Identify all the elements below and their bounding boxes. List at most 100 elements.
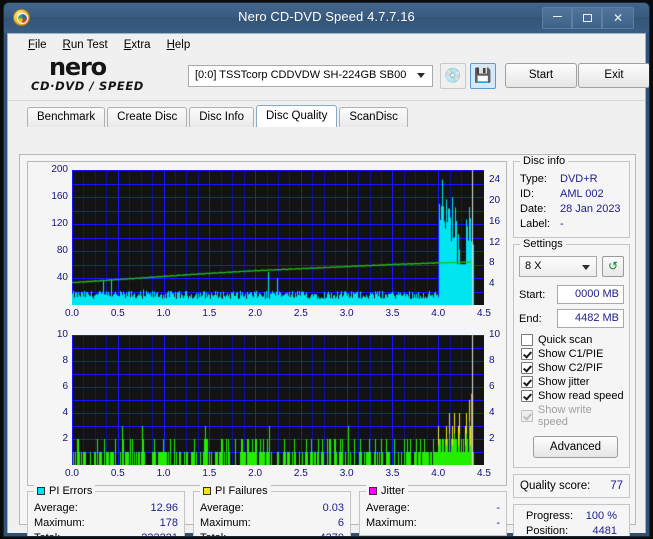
disc-icon: 💿	[444, 67, 462, 83]
menu-item-extra[interactable]: Extra	[124, 39, 151, 51]
checkbox-show-read-speed[interactable]: Show read speed	[519, 389, 624, 403]
jitter-legend-text: Jitter	[381, 485, 405, 497]
axis-tick-label: 4	[62, 407, 68, 418]
drive-select-value: [0:0] TSSTcorp CDDVDW SH-224GB SB00	[195, 69, 407, 81]
tab-strip: Benchmark Create Disc Disc Info Disc Qua…	[27, 105, 645, 127]
progress-group: Progress:100 % Position:4481 MB Speed:8.…	[513, 504, 630, 536]
axis-tick-label: 3.0	[339, 468, 354, 479]
axis-tick-label: 120	[51, 218, 68, 229]
disc-info-row: Label: -	[520, 218, 564, 230]
tab-disc-quality[interactable]: Disc Quality	[256, 105, 338, 127]
sidebar: Disc info Type: DVD+R ID: AML 002 Date: 28 …	[513, 155, 630, 536]
maximize-button[interactable]	[572, 7, 602, 29]
pi-errors-chart: 40 80 120 160 200 4 8 12 16 20 24 0.0 0.5 1.0 1.5 2.0 2.…	[28, 162, 508, 327]
checkbox-icon	[521, 410, 533, 422]
axis-tick-label: 1.0	[156, 308, 171, 319]
menu-item-run-test[interactable]: Run Test	[63, 39, 108, 51]
menu-item-help[interactable]: Help	[167, 39, 191, 51]
axis-tick-label: 6	[62, 381, 68, 392]
axis-tick-label: 6	[489, 381, 495, 392]
stat-row: Maximum: 6	[200, 517, 344, 529]
stat-row: Average: 0.03	[200, 502, 344, 514]
axis-tick-label: 1.0	[156, 468, 171, 479]
speed-select-value: 8 X	[525, 260, 542, 272]
end-field[interactable]: 4482 MB	[557, 309, 624, 328]
disc-info-group: Disc info Type: DVD+R ID: AML 002 Date: 28 …	[513, 155, 630, 238]
axis-tick-label: 20	[489, 195, 501, 207]
drive-select[interactable]: [0:0] TSSTcorp CDDVDW SH-224GB SB00	[188, 65, 433, 87]
refresh-button[interactable]: ↺	[602, 256, 624, 277]
toolbar: nero CD·DVD ∕ SPEED [0:0] TSSTcorp CDDVD…	[8, 55, 649, 101]
checkbox-icon	[521, 362, 533, 374]
pi-failures-legend-text: PI Failures	[215, 485, 268, 497]
axis-tick-label: 2	[489, 433, 495, 444]
tab-scandisc[interactable]: ScanDisc	[339, 107, 408, 127]
checkbox-quick-scan[interactable]: Quick scan	[519, 333, 624, 347]
stats-row: PI Errors Average:12.96 Maximum:178 Tota…	[27, 485, 507, 536]
tab-benchmark[interactable]: Benchmark	[27, 107, 106, 127]
axis-tick-label: 4.5	[477, 308, 491, 319]
stat-row: Total:4370	[194, 531, 350, 536]
chevron-down-icon	[582, 265, 590, 270]
progress-row: Progress: 100 %	[526, 510, 617, 522]
disc-info-legend: Disc info	[520, 155, 569, 167]
speed-select[interactable]: 8 X	[519, 256, 597, 277]
pi-errors-legend: PI Errors	[34, 485, 96, 497]
client-area: File Run Test Extra Help nero CD·DVD ∕ SPEE…	[7, 33, 649, 536]
tab-create-disc[interactable]: Create Disc	[107, 107, 188, 127]
axis-tick-label: 2	[62, 433, 68, 444]
axis-tick-label: 160	[51, 191, 68, 202]
start-label: Start:	[519, 288, 546, 301]
floppy-save-icon: 💾	[474, 67, 492, 83]
app-window: Nero CD-DVD Speed 4.7.7.16 ✕ File Run Tes…	[4, 3, 649, 536]
disc-info-row: ID: AML 002	[520, 188, 604, 200]
start-field[interactable]: 0000 MB	[557, 285, 624, 304]
minimize-button[interactable]	[542, 7, 572, 29]
axis-tick-label: 10	[489, 329, 501, 340]
exit-button[interactable]: Exit	[578, 63, 649, 88]
axis-tick-label: 8	[489, 257, 495, 269]
settings-group: Settings 8 X ↺ Start: 0000 MB End: 4482 …	[513, 238, 630, 468]
start-button[interactable]: Start	[505, 63, 577, 88]
advanced-button[interactable]: Advanced	[533, 436, 618, 458]
axis-tick-label: 0.0	[65, 468, 79, 479]
axis-tick-label: 0.5	[110, 308, 125, 319]
axis-tick-label: 0.0	[65, 308, 79, 319]
end-label: End:	[519, 312, 542, 325]
close-button[interactable]: ✕	[602, 7, 634, 29]
axis-tick-label: 4.5	[477, 468, 491, 479]
save-button[interactable]: 💾	[470, 63, 496, 89]
axis-tick-label: 4	[489, 278, 495, 290]
axis-tick-label: 10	[56, 329, 68, 340]
stat-row: Maximum: -	[366, 517, 500, 529]
checkbox-show-c2-pif[interactable]: Show C2/PIF	[519, 361, 624, 375]
menu-item-file[interactable]: File	[28, 39, 47, 51]
chevron-down-icon	[417, 73, 425, 78]
quality-score-label: Quality score:	[520, 480, 591, 492]
checkbox-show-jitter[interactable]: Show jitter	[519, 375, 624, 389]
pi-errors-canvas	[72, 170, 484, 305]
stat-row: Average: -	[366, 502, 500, 514]
jitter-stats: Jitter Average: - Maximum: -	[359, 485, 507, 536]
axis-tick-label: 12	[489, 236, 501, 248]
tab-disc-info[interactable]: Disc Info	[189, 107, 254, 127]
nero-logo: nero CD·DVD ∕ SPEED	[31, 55, 181, 98]
axis-tick-label: 3.0	[339, 308, 354, 319]
pi-errors-legend-text: PI Errors	[49, 485, 93, 497]
disc-info-button[interactable]: 💿	[440, 63, 466, 89]
checkbox-icon	[521, 376, 533, 388]
axis-tick-label: 80	[56, 245, 68, 256]
axis-tick-label: 2.5	[293, 468, 308, 479]
axis-tick-label: 8	[489, 355, 495, 366]
axis-tick-label: 2.0	[248, 468, 263, 479]
logo-tagline: CD·DVD ∕ SPEED	[31, 79, 144, 93]
stat-row: Maximum: 178	[34, 517, 178, 529]
jitter-legend: Jitter	[366, 485, 408, 497]
checkbox-icon	[521, 334, 533, 346]
axis-tick-label: 8	[62, 355, 68, 366]
checkbox-show-write-speed: Show write speed	[519, 403, 624, 429]
axis-tick-label: 200	[51, 164, 68, 175]
checkbox-show-c1-pie[interactable]: Show C1/PIE	[519, 347, 624, 361]
axis-tick-label: 2.0	[248, 308, 263, 319]
stat-row: Average: 12.96	[34, 502, 178, 514]
